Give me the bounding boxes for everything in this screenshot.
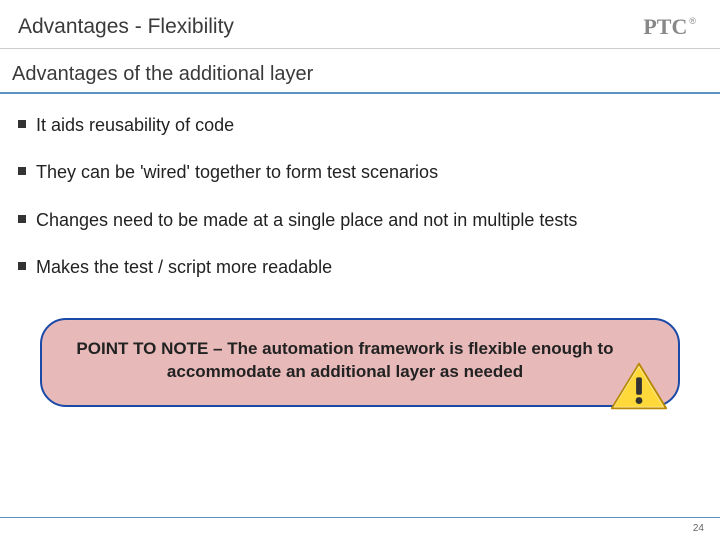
callout-box: POINT TO NOTE – The automation framework… [40, 318, 680, 408]
list-item: Changes need to be made at a single plac… [18, 199, 702, 246]
page-title: Advantages - Flexibility [18, 15, 234, 39]
callout-area: POINT TO NOTE – The automation framework… [0, 294, 720, 408]
bullet-text: Makes the test / script more readable [36, 256, 332, 279]
logo-text: PTC [643, 14, 687, 40]
subtitle-bar: Advantages of the additional layer [0, 49, 720, 94]
footer-divider [0, 517, 720, 518]
list-item: It aids reusability of code [18, 104, 702, 151]
bullet-text: It aids reusability of code [36, 114, 234, 137]
bullet-icon [18, 167, 26, 175]
list-item: They can be 'wired' together to form tes… [18, 151, 702, 198]
bullet-icon [18, 120, 26, 128]
bullet-icon [18, 262, 26, 270]
content-area: It aids reusability of code They can be … [0, 94, 720, 294]
logo-registered-icon: ® [689, 16, 696, 26]
bullet-text: Changes need to be made at a single plac… [36, 209, 577, 232]
list-item: Makes the test / script more readable [18, 246, 702, 293]
bullet-icon [18, 215, 26, 223]
bullet-text: They can be 'wired' together to form tes… [36, 161, 438, 184]
callout-text: POINT TO NOTE – The automation framework… [72, 338, 618, 384]
warning-icon [608, 359, 670, 415]
page-number: 24 [693, 523, 704, 534]
header: Advantages - Flexibility PTC ® [0, 0, 720, 49]
subtitle: Advantages of the additional layer [12, 63, 702, 86]
logo: PTC ® [643, 14, 696, 40]
